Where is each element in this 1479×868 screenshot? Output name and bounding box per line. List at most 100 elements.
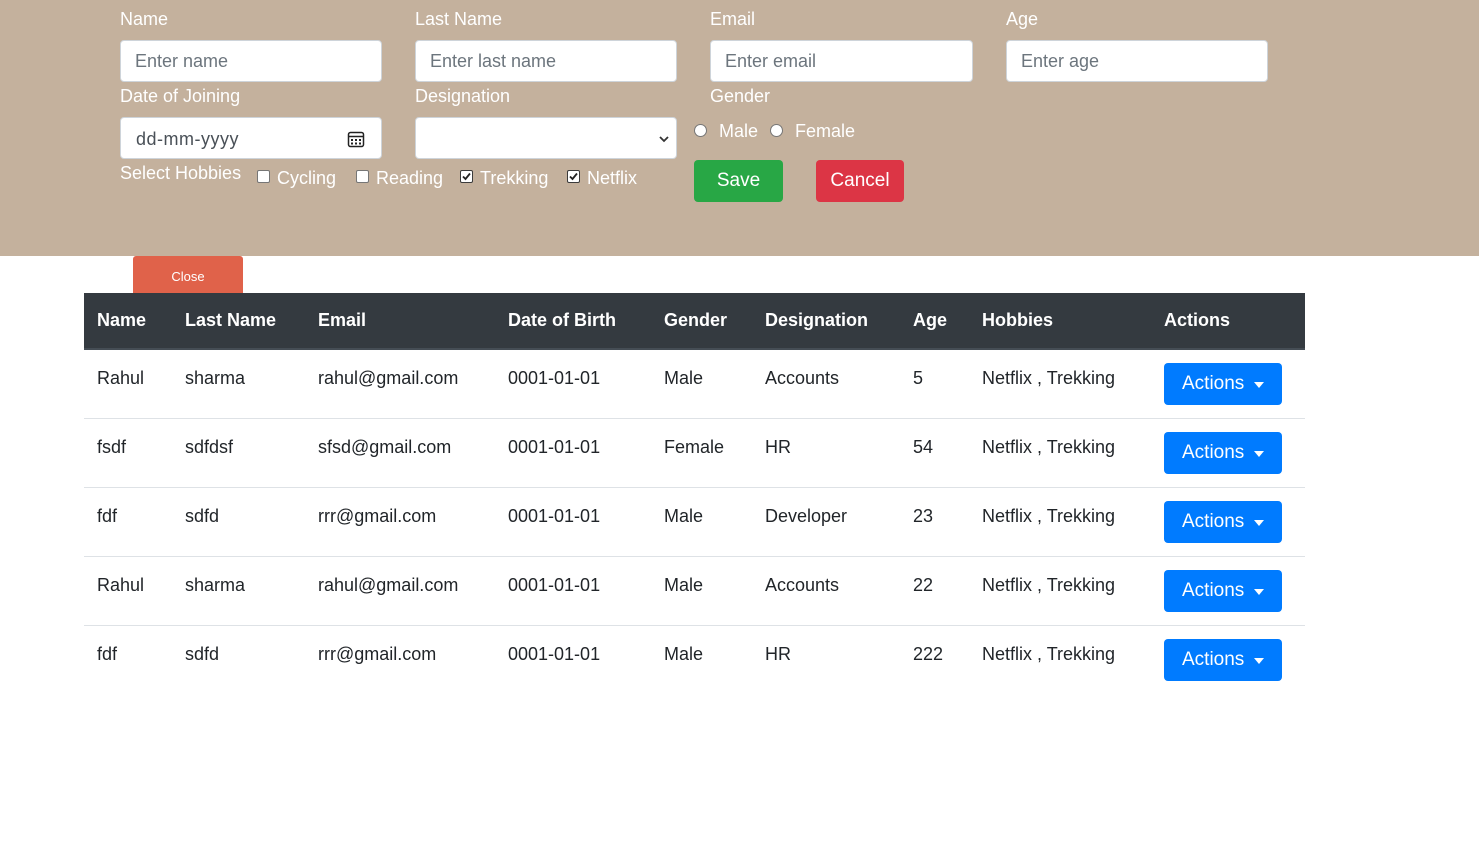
actions-label: Actions: [1182, 579, 1245, 601]
age-label: Age: [1006, 9, 1039, 29]
employee-form-panel: Name Last Name Email Age Date of Joining…: [0, 0, 1479, 256]
caret-down-icon: [1254, 382, 1265, 388]
hobby-netflix-label: Netflix: [587, 168, 638, 188]
date-of-joining-label: Date of Joining: [120, 86, 241, 106]
actions-dropdown-button[interactable]: Actions: [1164, 363, 1283, 405]
cell-actions: Actions: [1151, 556, 1305, 626]
cell-gender: Male: [651, 349, 752, 419]
last-name-input[interactable]: [415, 40, 677, 82]
cell-email: rahul@gmail.com: [305, 349, 495, 419]
caret-down-icon: [1254, 657, 1265, 664]
cell-name: fsdf: [84, 418, 172, 488]
caret-down-icon: [1254, 519, 1265, 526]
cell-hobbies: Netflix , Trekking: [969, 487, 1151, 557]
header-designation: Designation: [752, 293, 900, 350]
cell-hobbies: Netflix , Trekking: [982, 643, 1116, 664]
actions-dropdown-button[interactable]: Actions: [1164, 500, 1283, 543]
cell-designation: Developer: [752, 487, 900, 557]
designation-select[interactable]: [415, 117, 677, 159]
checkmark-icon: [462, 172, 471, 181]
cell-email: rahul@gmail.com: [305, 556, 495, 626]
hobby-trekking-label: Trekking: [480, 168, 549, 188]
cell-dob: 0001-01-01: [508, 643, 601, 664]
chevron-down-icon: [659, 136, 669, 143]
cell-name: fdf: [84, 487, 172, 557]
cell-age: 23: [900, 487, 969, 557]
age-input[interactable]: [1006, 40, 1268, 82]
actions-label: Actions: [1182, 510, 1245, 532]
employee-table: Name Last Name Email Date of Birth Gende…: [84, 293, 1305, 694]
actions-dropdown-button[interactable]: Actions: [1164, 569, 1283, 612]
header-actions: Actions: [1151, 293, 1305, 350]
cell-age: 22: [900, 556, 969, 626]
cell-last-name: sharma: [172, 349, 305, 419]
cell-email: rrr@gmail.com: [305, 487, 495, 557]
cell-name: Rahul: [84, 349, 172, 419]
header-name: Name: [84, 293, 172, 350]
cancel-button[interactable]: Cancel: [816, 160, 904, 202]
name-label: Name: [120, 9, 169, 29]
caret-down-icon: [1254, 450, 1265, 457]
gender-male-label: Male: [719, 121, 759, 141]
cell-gender: Male: [651, 487, 752, 557]
table-header-row: Name Last Name Email Date of Birth Gende…: [84, 293, 1305, 350]
cell-designation: Accounts: [752, 556, 900, 626]
date-placeholder: dd-mm-yyyy: [136, 129, 239, 149]
close-button[interactable]: Close: [133, 256, 243, 296]
hobby-cycling-checkbox[interactable]: [257, 170, 270, 183]
cell-gender: Male: [664, 643, 704, 664]
cell-last-name: sharma: [172, 556, 305, 626]
actions-label: Actions: [1182, 648, 1245, 670]
table-row: Rahul sharma rahul@gmail.com 0001-01-01 …: [84, 349, 1305, 419]
actions-label: Actions: [1182, 441, 1245, 463]
hobbies-label: Select Hobbies: [120, 163, 242, 183]
actions-dropdown-button[interactable]: Actions: [1164, 638, 1283, 681]
cell-last-name: sdfd: [172, 487, 305, 557]
cell-name: Rahul: [84, 556, 172, 626]
gender-male-radio[interactable]: [694, 124, 707, 137]
cell-gender: Male: [651, 556, 752, 626]
caret-down-icon: [1254, 588, 1265, 595]
cell-designation: HR: [752, 418, 900, 488]
date-of-joining-input[interactable]: dd-mm-yyyy: [120, 117, 382, 159]
cell-hobbies: Netflix , Trekking: [969, 349, 1151, 419]
table-row: fsdf sdfdsf sfsd@gmail.com 0001-01-01 Fe…: [84, 418, 1305, 488]
last-name-label: Last Name: [415, 9, 503, 29]
actions-dropdown-button[interactable]: Actions: [1164, 431, 1283, 474]
gender-female-label: Female: [795, 121, 856, 141]
header-last-name: Last Name: [172, 293, 305, 350]
table-row: fdf sdfd rrr@gmail.com 0001-01-01 Male D…: [84, 487, 1305, 557]
hobby-cycling-label: Cycling: [277, 168, 337, 188]
cell-dob: 0001-01-01: [495, 487, 651, 557]
cell-age: 54: [900, 418, 969, 488]
hobby-trekking-checkbox[interactable]: [460, 170, 473, 183]
actions-label: Actions: [1182, 373, 1245, 394]
checkmark-icon: [569, 172, 578, 181]
cell-designation: Accounts: [752, 349, 900, 419]
cell-hobbies: Netflix , Trekking: [969, 418, 1151, 488]
cell-dob: 0001-01-01: [495, 418, 651, 488]
table-row: Rahul sharma rahul@gmail.com 0001-01-01 …: [84, 556, 1305, 626]
table-row: fdf sdfd rrr@gmail.com 0001-01-01 Male H…: [84, 625, 1305, 694]
gender-female-radio[interactable]: [770, 124, 783, 137]
save-button[interactable]: Save: [694, 160, 783, 202]
cell-email: rrr@gmail.com: [318, 643, 437, 664]
hobby-netflix-checkbox[interactable]: [567, 170, 580, 183]
email-input[interactable]: [710, 40, 973, 82]
designation-label: Designation: [415, 86, 511, 106]
header-hobbies: Hobbies: [969, 293, 1151, 350]
hobby-reading-checkbox[interactable]: [356, 170, 369, 183]
email-label: Email: [710, 9, 756, 29]
cell-last-name: sdfd: [185, 643, 220, 664]
header-age: Age: [900, 293, 969, 350]
cell-gender: Female: [651, 418, 752, 488]
cell-actions: Actions: [1151, 349, 1305, 419]
header-email: Email: [305, 293, 495, 350]
cell-actions: Actions: [1151, 487, 1305, 557]
cell-actions: Actions: [1151, 625, 1305, 694]
gender-label: Gender: [710, 86, 771, 106]
calendar-icon[interactable]: [347, 130, 365, 148]
name-input[interactable]: [120, 40, 382, 82]
hobby-reading-label: Reading: [376, 168, 444, 188]
cell-email: sfsd@gmail.com: [305, 418, 495, 488]
